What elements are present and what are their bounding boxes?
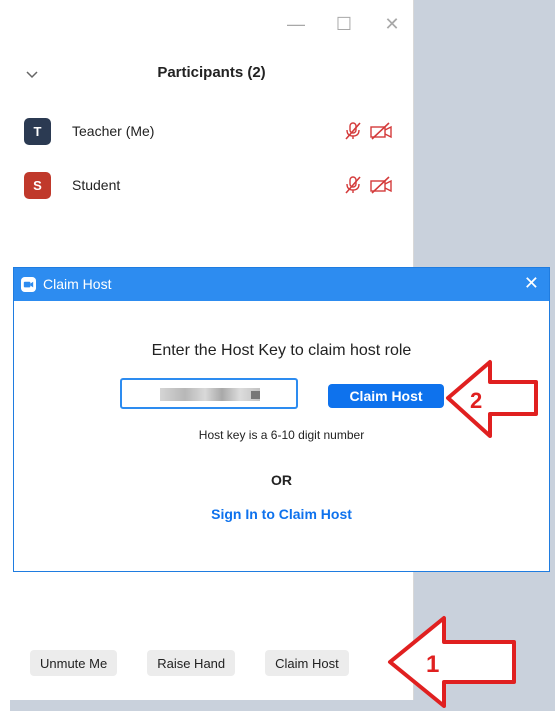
raise-hand-button[interactable]: Raise Hand [147, 650, 236, 676]
close-icon[interactable]: ✕ [381, 14, 403, 34]
avatar: T [24, 118, 51, 145]
unmute-me-button[interactable]: Unmute Me [30, 650, 118, 676]
participant-row[interactable]: S Student [24, 172, 393, 202]
window-controls: — ☐ ✕ [285, 14, 403, 34]
close-icon[interactable]: ✕ [524, 273, 539, 294]
microphone-muted-icon[interactable] [343, 121, 363, 141]
participants-footer: Unmute Me Raise Hand Claim Host [30, 650, 349, 676]
annotation-arrow-2: 2 [446, 360, 538, 438]
annotation-arrow-1: 1 [388, 616, 516, 708]
participant-name: Student [72, 177, 121, 193]
host-key-input[interactable] [120, 378, 298, 409]
arrow-2-label: 2 [470, 388, 482, 413]
avatar: S [24, 172, 51, 199]
claim-host-button[interactable]: Claim Host [328, 384, 444, 408]
participant-row[interactable]: T Teacher (Me) [24, 118, 393, 148]
video-off-icon[interactable] [369, 175, 393, 195]
minimize-icon[interactable]: — [285, 14, 307, 34]
microphone-muted-icon[interactable] [343, 175, 363, 195]
video-off-icon[interactable] [369, 121, 393, 141]
dialog-titlebar: Claim Host ✕ [14, 268, 549, 301]
zoom-app-icon [21, 277, 36, 292]
sign-in-link[interactable]: Sign In to Claim Host [14, 506, 549, 522]
background-strip [0, 0, 10, 711]
participants-title: Participants (2) [157, 64, 266, 81]
participant-name: Teacher (Me) [72, 123, 155, 139]
dialog-title: Claim Host [43, 276, 112, 292]
or-separator: OR [271, 472, 292, 488]
maximize-icon[interactable]: ☐ [333, 14, 355, 34]
arrow-1-label: 1 [426, 651, 439, 678]
redacted-host-key [160, 388, 260, 401]
claim-host-footer-button[interactable]: Claim Host [265, 650, 349, 676]
